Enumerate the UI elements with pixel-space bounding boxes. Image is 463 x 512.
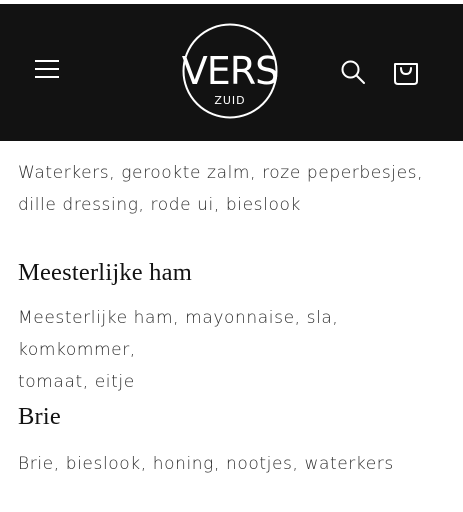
menu-item-title: Brie — [18, 403, 61, 430]
description-line: tomaat, eitje — [18, 372, 135, 392]
site-logo[interactable]: VERS ZUID — [181, 22, 279, 120]
menu-item-description: Waterkers, gerookte zalm, roze peperbesj… — [18, 157, 448, 221]
menu-button[interactable] — [24, 46, 70, 92]
menu-item-title: Meesterlijke ham — [18, 259, 192, 286]
description-line: dille dressing, rode ui, bieslook — [18, 195, 301, 215]
logo-main-text: VERS — [182, 49, 279, 93]
search-icon — [341, 60, 365, 84]
description-line: Waterkers, gerookte zalm, roze peperbesj… — [18, 163, 424, 183]
logo-sub-text: ZUID — [214, 94, 245, 107]
hamburger-menu-icon — [35, 60, 59, 78]
site-header: VERS ZUID — [0, 4, 463, 141]
description-line: Meesterlijke ham, mayonnaise, sla, komko… — [18, 308, 339, 360]
page: VERS ZUID Waterkers, gerookte zalm, roze… — [0, 0, 463, 512]
search-button[interactable] — [330, 49, 376, 95]
shopping-bag-icon — [394, 63, 418, 85]
description-line: Brie, bieslook, honing, nootjes, waterke… — [18, 454, 394, 474]
menu-item-description: Meesterlijke ham, mayonnaise, sla, komko… — [18, 302, 448, 398]
cart-button[interactable] — [383, 49, 429, 95]
menu-item-description: Brie, bieslook, honing, nootjes, waterke… — [18, 448, 448, 480]
